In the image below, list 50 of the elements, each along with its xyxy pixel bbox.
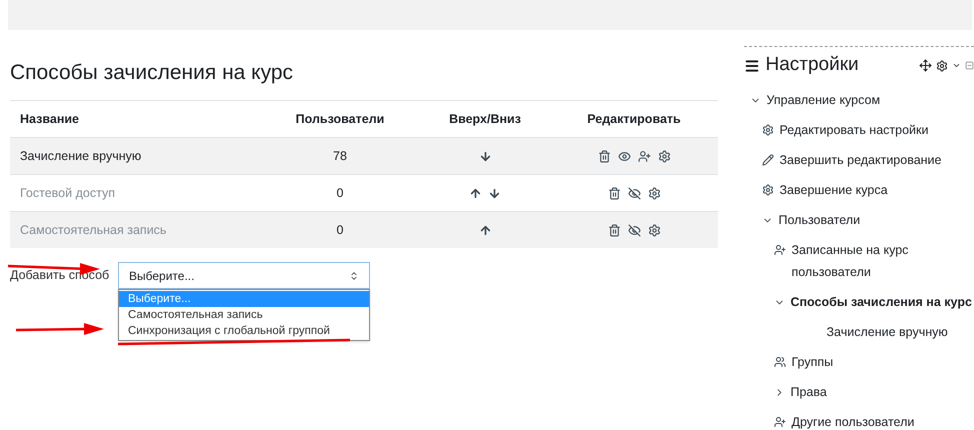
dropdown-option[interactable]: Самостоятельная запись — [119, 307, 369, 323]
arrow-down-icon[interactable] — [478, 150, 492, 162]
eye-icon[interactable] — [618, 150, 630, 162]
delete-icon[interactable] — [608, 186, 620, 200]
eye-slash-icon[interactable] — [628, 186, 640, 200]
collapse-icon[interactable] — [965, 61, 974, 70]
pencil-icon — [762, 154, 774, 166]
delete-icon[interactable] — [598, 150, 610, 162]
users-icon — [774, 356, 786, 368]
move-icon[interactable] — [919, 59, 932, 72]
settings-icon[interactable] — [658, 150, 670, 162]
settings-icon — [762, 184, 774, 196]
users-count: 0 — [336, 186, 344, 200]
settings-icon[interactable] — [648, 186, 660, 200]
tree-item[interactable]: Зачисление вручную — [826, 321, 948, 343]
eye-slash-icon[interactable] — [628, 224, 640, 236]
tree-item[interactable]: Способы зачисления на курс — [790, 291, 972, 313]
user-plus-icon[interactable] — [638, 150, 650, 162]
caret-icon[interactable] — [952, 61, 961, 70]
users-count: 0 — [336, 222, 344, 237]
users-count: 78 — [333, 148, 347, 163]
user-plus-icon — [774, 244, 786, 256]
tree-item[interactable]: Группы — [791, 351, 834, 373]
method-name: Зачисление вручную — [20, 148, 142, 163]
tree-item[interactable]: Завершить редактирование — [779, 149, 942, 171]
settings-icon[interactable] — [936, 60, 948, 72]
menu-icon — [744, 58, 760, 74]
tree-item[interactable]: Пользователи — [778, 209, 860, 231]
user-plus-icon — [774, 416, 786, 428]
settings-icon — [762, 124, 774, 136]
select-caret-icon — [349, 270, 359, 280]
tree-item[interactable]: Записанные на курс пользователи — [791, 239, 974, 283]
column-header: Редактировать — [587, 112, 681, 126]
add-method-label: Добавить способ — [10, 267, 110, 284]
tree-item[interactable]: Завершение курса — [779, 179, 888, 201]
method-name: Самостоятельная запись — [20, 222, 166, 237]
tree-item[interactable]: Другие пользователи — [791, 411, 914, 430]
column-header: Пользователи — [296, 112, 384, 126]
delete-icon[interactable] — [608, 224, 620, 236]
tree-item[interactable]: Управление курсом — [766, 89, 880, 111]
tree-item[interactable]: Права — [790, 381, 827, 403]
method-name: Гостевой доступ — [20, 186, 115, 200]
page-title: Способы зачисления на курс — [10, 60, 294, 86]
method-select[interactable]: Выберите... — [118, 262, 370, 289]
settings-icon[interactable] — [648, 224, 660, 236]
block-title: Настройки — [765, 53, 859, 78]
tree-item[interactable]: Редактировать настройки — [779, 119, 928, 141]
dropdown-option[interactable]: Синхронизация с глобальной группой — [119, 323, 369, 339]
column-header: Название — [20, 112, 80, 126]
column-header: Вверх/Вниз — [449, 112, 521, 126]
